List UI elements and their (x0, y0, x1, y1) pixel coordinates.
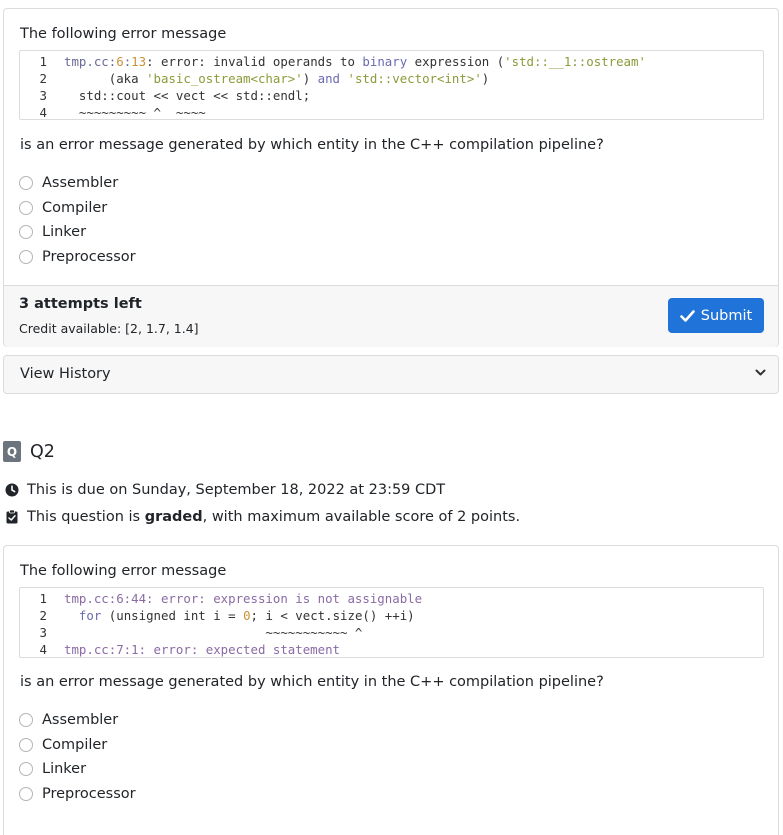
q2-prompt: The following error message (20, 563, 227, 579)
code-line: 3 ~~~~~~~~~~~ ^ (20, 624, 763, 641)
code-line: 4 ~~~~~~~~~ ^ ~~~~ (20, 104, 763, 120)
code-line: 3 std::cout << vect << std::endl; (20, 87, 763, 104)
code-token: and (317, 71, 341, 86)
code-token: (aka (64, 71, 147, 86)
view-history-label: View History (20, 366, 111, 382)
q2-options: Assembler Compiler Linker Preprocessor (19, 708, 136, 806)
q2-due-line: This is due on Sunday, September 18, 202… (5, 482, 445, 498)
code-token: ~~~~~~~~~ ^ ~~~~ (64, 105, 206, 120)
code-text: tmp.cc:6:44: error: expression is not as… (64, 590, 422, 607)
attempts-left: 3 attempts left (19, 296, 142, 312)
question-card-2: The following error message 1 tmp.cc:6:44… (3, 545, 779, 835)
check-icon (679, 309, 695, 322)
q2-graded-line: This question is graded, with maximum av… (5, 509, 520, 525)
radio-icon[interactable] (19, 737, 33, 752)
q2-title: Q2 (30, 441, 55, 462)
code-token: ) (481, 71, 490, 86)
code-text: std::cout << vect << std::endl; (64, 87, 310, 104)
code-token: tmp.cc:7:1: error: expected statement (64, 642, 341, 657)
code-token: : error: invalid operands to (146, 54, 363, 69)
radio-icon[interactable] (19, 786, 33, 801)
code-text: ~~~~~~~~~~~ ^ (64, 624, 362, 641)
code-token: tmp.cc: (64, 54, 117, 69)
code-token: 0 (243, 608, 251, 623)
q2-graded-text: This question is graded, with maximum av… (27, 509, 521, 525)
code-token: expression ( (407, 54, 505, 69)
radio-icon[interactable] (19, 225, 33, 240)
code-token: for (78, 608, 102, 623)
q1-option-preprocessor[interactable]: Preprocessor (19, 245, 136, 270)
clock-icon (5, 483, 19, 497)
code-token: (unsigned int i = (101, 608, 244, 623)
q2-option-linker[interactable]: Linker (19, 757, 136, 782)
line-number: 2 (39, 608, 47, 623)
q1-option-linker[interactable]: Linker (19, 220, 136, 245)
q2-option-assembler[interactable]: Assembler (19, 708, 136, 733)
submit-label: Submit (700, 307, 753, 324)
line-number: 3 (39, 88, 47, 103)
code-token: ; i < vect.size() ++i) (250, 608, 415, 623)
question-badge: Q (3, 441, 21, 462)
code-token: std::cout << vect << std::endl; (64, 88, 311, 103)
radio-icon[interactable] (19, 713, 33, 728)
question-card-1: The following error message 1 tmp.cc:6:13… (3, 8, 779, 347)
code-line: 1 tmp.cc:6:13: error: invalid operands to… (20, 53, 763, 70)
graded-emphasis: graded (144, 509, 203, 525)
code-line: 4 tmp.cc:7:1: error: expected statement (20, 641, 763, 657)
code-token: 'std::__1::ostream' (504, 54, 646, 69)
submit-button[interactable]: Submit (668, 298, 764, 333)
code-text: (aka 'basic_ostream<char>') and 'std::ve… (64, 70, 490, 87)
code-text: tmp.cc:7:1: error: expected statement (64, 641, 341, 657)
line-number: 2 (39, 71, 47, 86)
clipboard-check-icon (5, 510, 19, 524)
view-history-toggle[interactable]: View History (3, 355, 779, 394)
line-number: 3 (39, 625, 47, 640)
line-number: 1 (39, 591, 47, 606)
q2-option-compiler[interactable]: Compiler (19, 733, 136, 758)
q1-code-block: 1 tmp.cc:6:13: error: invalid operands to… (19, 50, 764, 120)
q1-prompt: The following error message (20, 26, 227, 42)
line-number: 4 (39, 642, 47, 657)
code-line: 1 tmp.cc:6:44: error: expression is not a… (20, 590, 763, 607)
radio-icon[interactable] (19, 176, 33, 191)
q1-options: Assembler Compiler Linker Preprocessor (19, 171, 136, 269)
radio-icon[interactable] (19, 200, 33, 215)
code-text: for (unsigned int i = 0; i < vect.size()… (64, 607, 415, 624)
code-token: 'basic_ostream<char>' (146, 71, 303, 86)
radio-icon[interactable] (19, 762, 33, 777)
q2-question-text: is an error message generated by which e… (20, 674, 604, 690)
q1-question-text: is an error message generated by which e… (20, 137, 604, 153)
code-text: tmp.cc:6:13: error: invalid operands to … (64, 53, 646, 70)
code-line: 2 for (unsigned int i = 0; i < vect.size… (20, 607, 763, 624)
q1-footer: 3 attempts left Credit available: [2, 1.… (4, 285, 778, 347)
code-line: 2 (aka 'basic_ostream<char>') and 'std::… (20, 70, 763, 87)
q1-option-assembler[interactable]: Assembler (19, 171, 136, 196)
q2-code-block: 1 tmp.cc:6:44: error: expression is not a… (19, 587, 764, 658)
chevron-down-icon (755, 369, 766, 376)
q2-option-preprocessor[interactable]: Preprocessor (19, 782, 136, 807)
radio-icon[interactable] (19, 249, 33, 264)
code-token: tmp.cc:6:44: error: expression is not as… (64, 591, 423, 606)
code-token: binary (362, 54, 408, 69)
code-token: 6 (116, 54, 124, 69)
code-token: ) (302, 71, 318, 86)
q2-header: Q Q2 (3, 441, 55, 462)
code-token: ~~~~~~~~~~~ ^ (64, 625, 363, 640)
credit-available: Credit available: [2, 1.7, 1.4] (19, 321, 199, 336)
q1-option-compiler[interactable]: Compiler (19, 196, 136, 221)
code-token: 'std::vector<int>' (347, 71, 482, 86)
line-number: 4 (39, 105, 47, 120)
code-token: 13 (131, 54, 147, 69)
q2-due-text: This is due on Sunday, September 18, 202… (27, 482, 446, 498)
line-number: 1 (39, 54, 47, 69)
code-text: ~~~~~~~~~ ^ ~~~~ (64, 104, 206, 120)
